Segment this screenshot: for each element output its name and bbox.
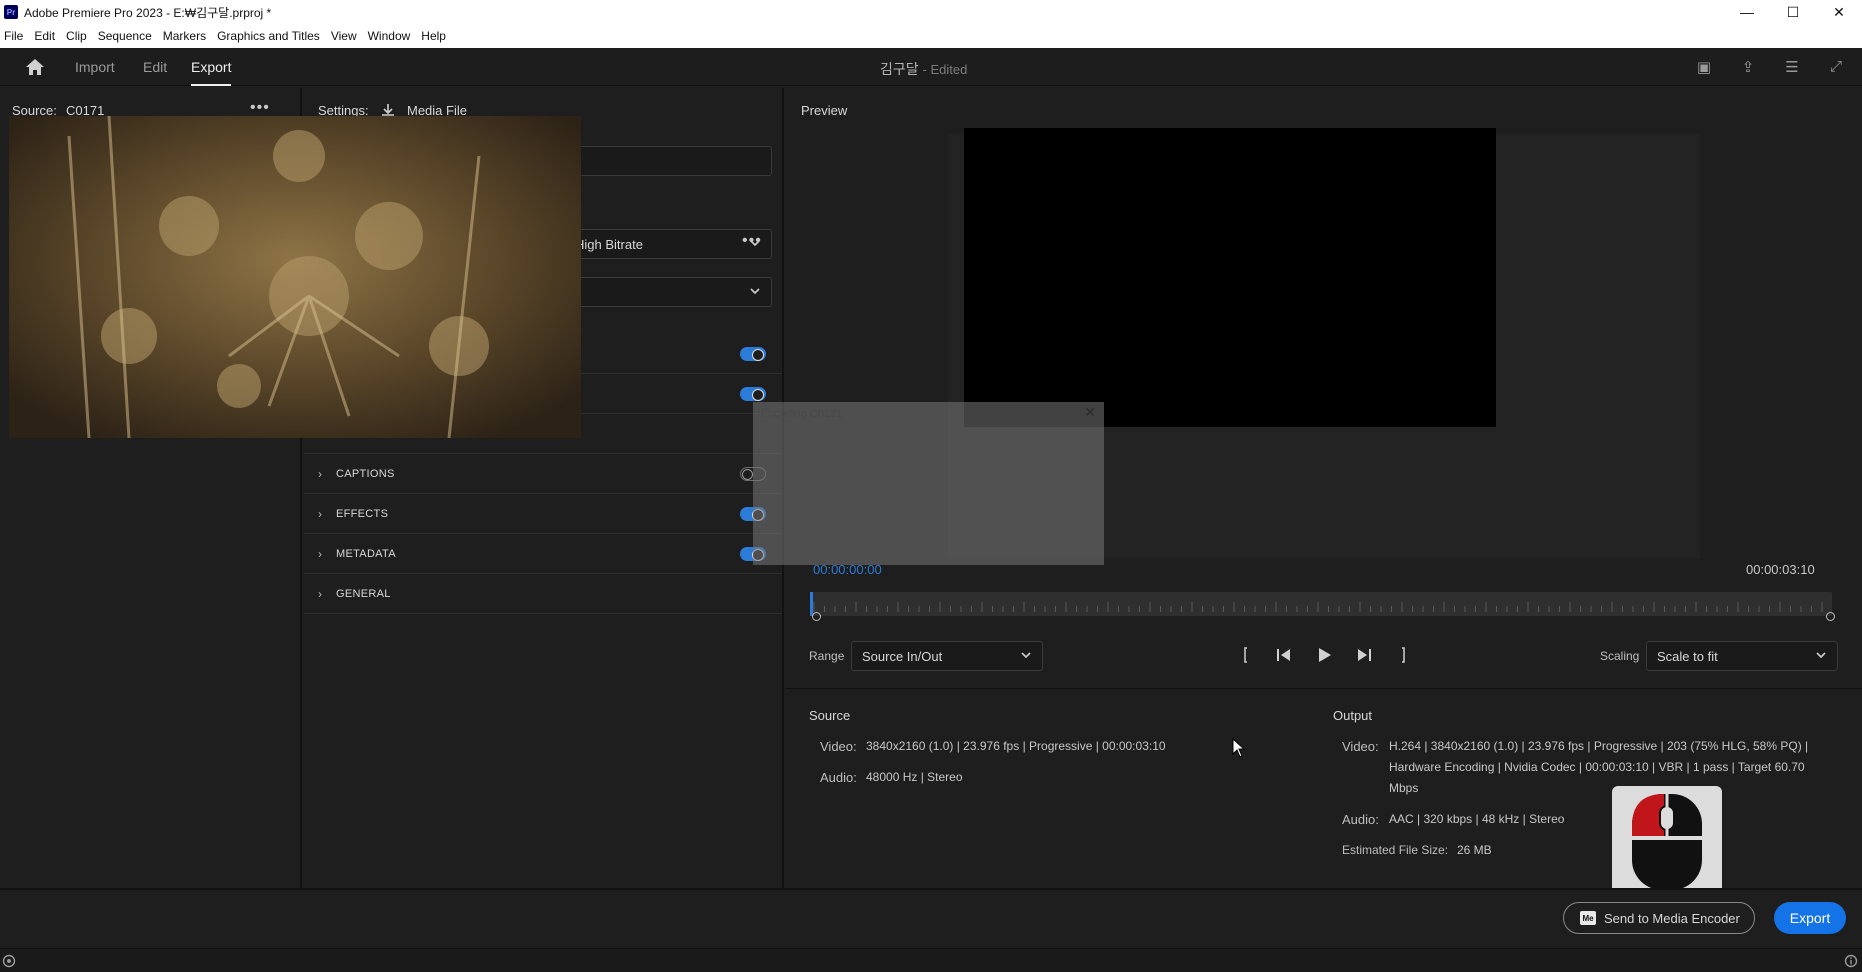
timeline-ticks [810,592,1823,616]
project-title: 김구달 - Edited [880,59,967,79]
premiere-app-icon: Pr [4,5,18,19]
section-label: GENERAL [336,587,391,600]
chevron-right-icon: › [318,466,322,481]
range-value: Source In/Out [862,648,943,664]
step-back-icon[interactable] [1274,645,1294,665]
scaling-label: Scaling [1600,649,1640,663]
menu-sequence[interactable]: Sequence [95,29,159,43]
audio-toggle[interactable] [740,387,766,401]
encoding-dialog-title: Encoding C0171 [761,408,843,420]
menu-edit[interactable]: Edit [31,29,62,43]
source-info-heading: Source [809,708,851,723]
scaling-value: Scale to fit [1657,648,1718,664]
preset-more-button[interactable]: ••• [742,232,762,250]
out-point-handle[interactable] [1826,612,1835,621]
export-button[interactable]: Export [1774,902,1846,934]
chevron-down-icon [1816,652,1826,659]
menu-clip[interactable]: Clip [63,29,94,43]
tab-export[interactable]: Export [191,59,232,86]
chevron-down-icon [750,288,760,295]
menu-graphics-and-titles[interactable]: Graphics and Titles [214,29,327,43]
section-label: CAPTIONS [336,467,395,480]
mouse-icon [1632,794,1702,890]
play-icon[interactable] [1314,645,1334,665]
status-icon[interactable] [2,954,16,968]
video-toggle[interactable] [740,347,766,361]
section-label: EFFECTS [336,507,389,520]
send-to-media-encoder-button[interactable]: Me Send to Media Encoder [1563,902,1755,934]
output-audio-label: Audio: [1342,812,1379,827]
mouse-click-indicator [1612,786,1722,898]
timecode-out: 00:00:03:10 [1746,562,1815,577]
chevron-down-icon [1021,652,1031,659]
minimize-icon[interactable]: — [1724,0,1770,24]
status-bar [0,948,1862,972]
cursor-icon [1232,738,1246,758]
section-label: METADATA [336,547,396,560]
menu-window[interactable]: Window [365,29,418,43]
window-title: Adobe Premiere Pro 2023 - E:₩김구달.prproj … [24,5,272,20]
mark-in-icon[interactable] [1236,645,1256,665]
fullscreen-icon[interactable]: ⤢ [1826,58,1846,76]
preset-dropdown[interactable]: High Bitrate [564,229,772,259]
section-general[interactable]: › GENERAL [304,574,782,614]
divider [786,688,1862,689]
section-captions[interactable]: › CAPTIONS [304,454,782,494]
tab-edit[interactable]: Edit [143,59,167,75]
source-audio-value: 48000 Hz | Stereo [866,770,963,784]
in-point-handle[interactable] [812,612,821,621]
info-icon[interactable] [1844,954,1858,968]
range-dropdown[interactable]: Source In/Out [851,641,1043,671]
preset-value: High Bitrate [575,236,643,252]
project-status: - Edited [922,62,968,77]
output-video-line2: Hardware Encoding | Nvidia Codec | 00:00… [1389,760,1805,774]
step-forward-icon[interactable] [1354,645,1374,665]
menu-file[interactable]: File [1,29,30,43]
mark-out-icon[interactable] [1393,645,1413,665]
output-video-label: Video: [1342,739,1379,754]
media-encoder-icon: Me [1580,911,1596,925]
source-audio-label: Audio: [820,770,857,785]
format-dropdown[interactable] [564,277,772,307]
chevron-right-icon: › [318,506,322,521]
window-titlebar: Pr Adobe Premiere Pro 2023 - E:₩김구달.prpr… [0,0,1862,24]
project-name: 김구달 [880,61,919,77]
encoding-dialog: Encoding C0171 ✕ [753,402,1104,565]
source-video-label: Video: [820,739,857,754]
menu-markers[interactable]: Markers [160,29,213,43]
send-label: Send to Media Encoder [1604,910,1740,926]
chevron-right-icon: › [318,546,322,561]
menu-view[interactable]: View [328,29,364,43]
home-icon[interactable] [24,57,46,77]
chevron-right-icon: › [318,586,322,601]
section-metadata[interactable]: › METADATA [304,534,782,574]
source-more-button[interactable]: ••• [250,99,270,117]
output-video-line3: Mbps [1389,781,1419,795]
range-label: Range [809,649,845,663]
output-video-line1: H.264 | 3840x2160 (1.0) | 23.976 fps | P… [1389,739,1809,753]
maximize-icon[interactable]: ☐ [1770,0,1816,24]
file-name-field[interactable] [564,146,772,176]
preview-label: Preview [801,103,848,118]
tab-import[interactable]: Import [75,59,115,75]
output-info-heading: Output [1333,708,1373,723]
estimated-size-label: Estimated File Size: [1342,843,1449,857]
estimated-size-value: 26 MB [1457,843,1492,857]
workspaces-icon[interactable]: ☰ [1782,58,1802,76]
close-icon[interactable]: ✕ [1084,404,1096,421]
source-thumbnail [9,116,581,438]
close-icon[interactable]: ✕ [1816,0,1862,24]
menu-help[interactable]: Help [418,29,453,43]
menubar: File Edit Clip Sequence Markers Graphics… [0,24,1862,48]
quick-export-icon[interactable]: ▣ [1694,58,1714,76]
share-icon[interactable]: ⇪ [1738,58,1758,76]
workspace-header: Import Edit Export 김구달 - Edited ▣ ⇪ ☰ ⤢ [0,48,1862,86]
timecode-in: 00:00:00:00 [813,562,882,577]
output-audio-value: AAC | 320 kbps | 48 kHz | Stereo [1389,812,1565,826]
source-video-value: 3840x2160 (1.0) | 23.976 fps | Progressi… [866,739,1166,753]
timeline-scrubber[interactable] [810,592,1832,616]
preview-video [964,128,1496,427]
section-effects[interactable]: › EFFECTS [304,494,782,534]
scaling-dropdown[interactable]: Scale to fit [1646,641,1838,671]
